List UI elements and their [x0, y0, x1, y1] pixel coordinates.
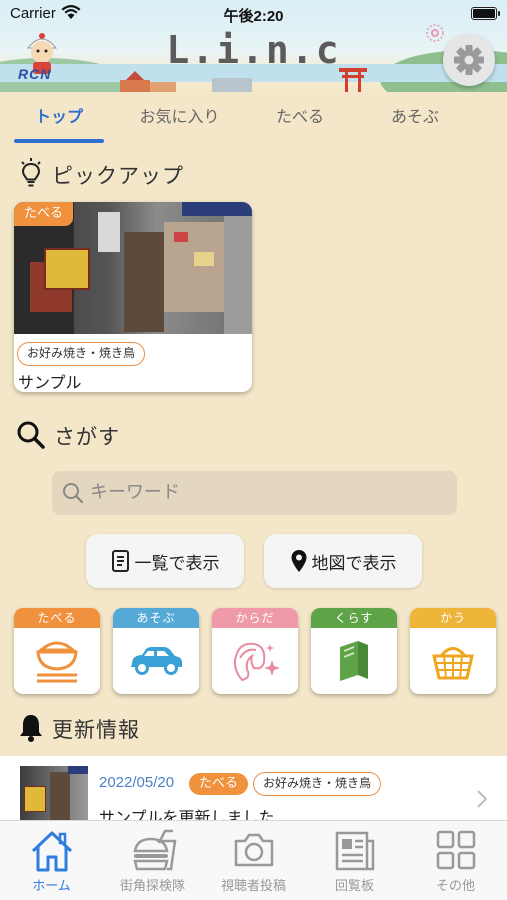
search-placeholder: キーワード	[90, 482, 180, 503]
newspaper-icon	[335, 831, 374, 871]
nav-label: 視聴者投稿	[220, 879, 286, 894]
basket-icon	[432, 647, 474, 680]
category-play[interactable]: あそぶ	[113, 608, 199, 694]
photo-detail	[44, 248, 90, 290]
app-logo: L.i.n.c	[166, 28, 341, 72]
chevron-right-icon	[477, 790, 487, 808]
category-label: あそぶ	[113, 608, 199, 628]
search-icon	[17, 421, 45, 449]
photo-detail	[124, 232, 164, 332]
category-shop[interactable]: かう	[410, 608, 496, 694]
category-body[interactable]: からだ	[212, 608, 298, 694]
nav-label: ホーム	[32, 879, 71, 894]
burger-icon	[132, 829, 176, 871]
tab-top[interactable]: トップ	[14, 95, 104, 139]
home-icon	[31, 831, 72, 872]
map-pin-icon	[291, 550, 306, 572]
tab-favorites[interactable]: お気に入り	[127, 95, 232, 139]
nav-label: 回覧板	[334, 879, 374, 894]
genre-tag: お好み焼き・焼き鳥	[17, 342, 146, 366]
battery-icon	[471, 7, 500, 20]
category-label: からだ	[212, 608, 298, 628]
tab-eat[interactable]: たべる	[255, 95, 345, 139]
grid-icon	[436, 830, 475, 870]
top-tabs: トップ お気に入り たべる あそぶ	[0, 95, 507, 141]
pickup-card[interactable]: たべる お好み焼き・焼き鳥 サンプル	[14, 202, 252, 392]
shop-name: サンプル	[18, 373, 82, 392]
photo-detail	[182, 202, 252, 216]
lightbulb-icon	[21, 158, 41, 187]
category-label: かう	[410, 608, 496, 628]
photo-detail	[164, 222, 224, 312]
update-date: 2022/05/20	[99, 774, 175, 791]
category-badge: たべる	[14, 202, 74, 226]
list-view-button[interactable]: 一覧で表示	[86, 534, 244, 588]
category-living[interactable]: くらす	[311, 608, 397, 694]
search-title: さがす	[54, 425, 120, 449]
house-illustration	[150, 82, 176, 92]
update-thumbnail	[20, 766, 88, 824]
list-view-label: 一覧で表示	[134, 553, 220, 574]
photo-detail	[50, 772, 70, 822]
book-icon	[340, 641, 368, 681]
camera-icon	[234, 833, 273, 867]
category-eat[interactable]: たべる	[14, 608, 100, 694]
pickup-title: ピックアップ	[52, 164, 184, 188]
car-icon	[131, 647, 182, 675]
building-illustration	[212, 78, 252, 92]
update-list-item[interactable]: 2022/05/20 たべる お好み焼き・焼き鳥 サンプルを更新しました	[0, 756, 507, 826]
map-view-label: 地図で表示	[311, 553, 397, 574]
status-bar: Carrier 午後2:20	[0, 0, 507, 28]
gear-icon	[454, 45, 484, 75]
settings-button[interactable]	[443, 34, 495, 86]
nav-town-explorer[interactable]: 街角探検隊	[102, 821, 203, 900]
bottom-navigation: ホーム 街角探検隊 視聴者投稿 回覧板 その他	[0, 820, 507, 900]
category-label: たべる	[14, 608, 100, 628]
search-icon	[63, 483, 84, 504]
nav-bulletin[interactable]: 回覧板	[304, 821, 405, 900]
house-illustration	[120, 80, 150, 92]
update-genre-tag: お好み焼き・焼き鳥	[253, 772, 382, 796]
nav-more[interactable]: その他	[405, 821, 506, 900]
photo-detail	[68, 766, 88, 774]
nav-label: その他	[435, 879, 475, 894]
roof-illustration	[126, 71, 144, 80]
photo-detail	[194, 252, 214, 266]
rice-bowl-icon	[36, 641, 78, 683]
nav-label: 街角探検隊	[119, 879, 185, 894]
photo-detail	[174, 232, 188, 242]
hair-icon	[233, 642, 280, 682]
category-label: くらす	[311, 608, 397, 628]
update-category-badge: たべる	[189, 773, 249, 795]
photo-detail	[224, 216, 252, 334]
active-tab-indicator	[14, 139, 104, 143]
map-view-button[interactable]: 地図で表示	[264, 534, 422, 588]
tab-play[interactable]: あそぶ	[370, 95, 460, 139]
list-icon	[111, 550, 129, 572]
nav-home[interactable]: ホーム	[1, 821, 102, 900]
updates-title: 更新情報	[52, 718, 140, 742]
clock: 午後2:20	[223, 8, 284, 25]
nav-viewer-posts[interactable]: 視聴者投稿	[203, 821, 304, 900]
photo-detail	[24, 786, 46, 812]
photo-detail	[98, 212, 120, 252]
bell-icon	[20, 715, 42, 742]
keyword-search-input[interactable]: キーワード	[52, 471, 457, 515]
